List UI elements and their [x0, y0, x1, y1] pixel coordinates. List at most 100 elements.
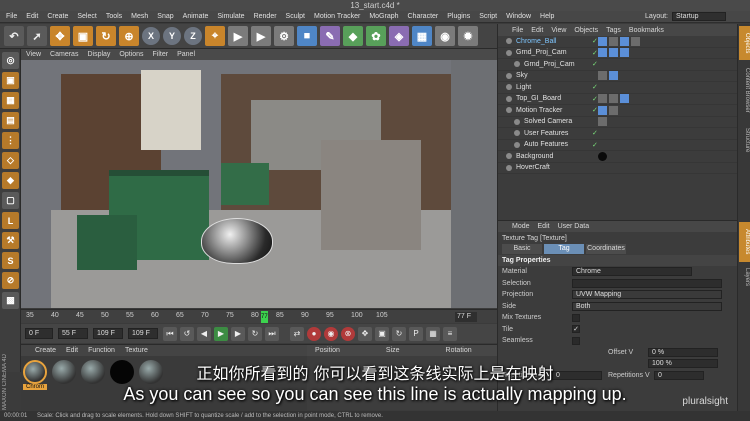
- offset-v-field[interactable]: 0 %: [648, 347, 718, 357]
- viewport-menu-view[interactable]: View: [26, 51, 41, 58]
- object-row[interactable]: Light ✓: [498, 82, 737, 94]
- cloner-icon[interactable]: ✿: [366, 26, 386, 46]
- spline-pen-icon[interactable]: ✎: [320, 26, 340, 46]
- subdivision-icon[interactable]: ◆: [343, 26, 363, 46]
- viewport-menu-panel[interactable]: Panel: [177, 51, 195, 58]
- next-frame-icon[interactable]: ▶: [231, 326, 245, 341]
- menu-help[interactable]: Help: [540, 13, 554, 20]
- render-picture-viewer-icon[interactable]: ▶: [251, 26, 271, 46]
- menu-file[interactable]: File: [6, 13, 17, 20]
- visibility-check-icon[interactable]: ✓: [592, 37, 598, 45]
- right-tab-layers[interactable]: Layers: [739, 264, 750, 290]
- viewport-menu-filter[interactable]: Filter: [153, 51, 169, 58]
- tag-icon[interactable]: [609, 94, 618, 104]
- tag-icon[interactable]: [598, 36, 607, 46]
- tag-icon[interactable]: [598, 151, 607, 161]
- tag-icon[interactable]: [609, 36, 618, 46]
- texture-mode-icon[interactable]: ▦: [2, 92, 19, 109]
- rotation-key-icon[interactable]: ↻: [392, 326, 406, 341]
- seamless-checkbox[interactable]: [572, 336, 580, 345]
- tag-icon[interactable]: [598, 105, 607, 115]
- visibility-check-icon[interactable]: ✓: [592, 106, 598, 114]
- object-row[interactable]: Motion Tracker ✓: [498, 105, 737, 117]
- model-mode-icon[interactable]: ▣: [2, 72, 19, 89]
- tag-icon[interactable]: [620, 36, 629, 46]
- tag-properties-section[interactable]: Tag Properties: [498, 255, 737, 266]
- cube-icon[interactable]: ■: [297, 26, 317, 46]
- axis-mode-icon[interactable]: L: [2, 212, 19, 229]
- object-row[interactable]: Chrome_Ball ✓: [498, 36, 737, 48]
- menu-motion-tracker[interactable]: Motion Tracker: [314, 13, 360, 20]
- 3d-viewport[interactable]: [21, 60, 497, 308]
- side-dropdown[interactable]: Both: [572, 301, 722, 311]
- menu-select[interactable]: Select: [77, 13, 96, 20]
- object-row[interactable]: Grnd_Proj_Cam ✓: [498, 59, 737, 71]
- points-mode-icon[interactable]: ⋮: [2, 132, 19, 149]
- tab-tag[interactable]: Tag: [544, 244, 584, 254]
- object-row[interactable]: Background: [498, 151, 737, 163]
- coordinate-system-icon[interactable]: ⌖: [205, 26, 225, 46]
- object-row[interactable]: Sky: [498, 71, 737, 82]
- layout-dropdown[interactable]: Startup: [672, 12, 726, 21]
- object-row[interactable]: Grnd_Proj_Cam ✓: [498, 48, 737, 59]
- attr-menu-user-data[interactable]: User Data: [558, 223, 590, 230]
- projection-dropdown[interactable]: UVW Mapping: [572, 290, 722, 300]
- previous-frame-icon[interactable]: ◀: [197, 326, 211, 341]
- keyframe-selection-icon[interactable]: ⊗: [341, 326, 355, 341]
- viewport-menu-cameras[interactable]: Cameras: [50, 51, 78, 58]
- chrome-ball[interactable]: [201, 218, 273, 264]
- go-to-start-icon[interactable]: ⏮: [163, 326, 177, 341]
- z-axis-button[interactable]: Z: [184, 27, 202, 45]
- viewport-menu-display[interactable]: Display: [87, 51, 110, 58]
- make-editable-icon[interactable]: ◎: [2, 52, 19, 69]
- go-to-end-icon[interactable]: ⏭: [265, 326, 279, 341]
- menu-mograph[interactable]: MoGraph: [369, 13, 398, 20]
- object-row[interactable]: Solved Camera: [498, 117, 737, 128]
- object-row[interactable]: HoverCraft: [498, 163, 737, 174]
- move-icon[interactable]: ✥: [50, 26, 70, 46]
- uv-mode-icon[interactable]: ▢: [2, 192, 19, 209]
- mat-menu-texture[interactable]: Texture: [125, 347, 148, 354]
- tab-basic[interactable]: Basic: [502, 244, 542, 254]
- floor-icon[interactable]: ▦: [412, 26, 432, 46]
- autokey-icon[interactable]: ◉: [324, 326, 338, 341]
- obj-menu-view[interactable]: View: [551, 27, 566, 34]
- deformer-icon[interactable]: ◈: [389, 26, 409, 46]
- tag-icon[interactable]: [631, 36, 640, 46]
- obj-menu-tags[interactable]: Tags: [606, 27, 621, 34]
- mat-menu-function[interactable]: Function: [88, 347, 115, 354]
- range-end-field[interactable]: 109 F: [93, 328, 123, 339]
- material-field[interactable]: Chrome: [572, 267, 692, 277]
- tag-icon[interactable]: [609, 48, 618, 58]
- selection-field[interactable]: [572, 278, 722, 288]
- visibility-check-icon[interactable]: ✓: [592, 129, 598, 137]
- menu-create[interactable]: Create: [47, 13, 68, 20]
- tag-icon[interactable]: [620, 94, 629, 104]
- tag-icon[interactable]: [609, 105, 618, 115]
- undo-icon[interactable]: ↶: [4, 26, 24, 46]
- obj-menu-edit[interactable]: Edit: [531, 27, 543, 34]
- mat-menu-create[interactable]: Create: [35, 347, 56, 354]
- menu-character[interactable]: Character: [408, 13, 439, 20]
- attr-menu-edit[interactable]: Edit: [538, 223, 550, 230]
- attr-menu-mode[interactable]: Mode: [512, 223, 530, 230]
- menu-render[interactable]: Render: [254, 13, 277, 20]
- tag-icon[interactable]: [598, 117, 607, 127]
- object-row[interactable]: User Features ✓: [498, 128, 737, 140]
- timeline-menu-icon[interactable]: ≡: [443, 326, 457, 341]
- tweak-mode-icon[interactable]: ⚒: [2, 232, 19, 249]
- right-tab-objects[interactable]: Objects: [739, 26, 750, 60]
- snap-icon[interactable]: S: [2, 252, 19, 269]
- rotate-icon[interactable]: ↻: [96, 26, 116, 46]
- tab-coordinates[interactable]: Coordinates: [586, 244, 626, 254]
- timeline-playhead[interactable]: 77: [261, 311, 268, 323]
- planar-workplane-icon[interactable]: ▩: [2, 292, 19, 309]
- loop-icon[interactable]: ⇄: [290, 326, 304, 341]
- mat-menu-edit[interactable]: Edit: [66, 347, 78, 354]
- menu-script[interactable]: Script: [479, 13, 497, 20]
- object-row[interactable]: Top_GI_Board ✓: [498, 94, 737, 105]
- select-arrow-icon[interactable]: ➚: [27, 26, 47, 46]
- menu-animate[interactable]: Animate: [183, 13, 209, 20]
- current-frame-field[interactable]: 77 F: [455, 312, 477, 322]
- tag-icon[interactable]: [598, 94, 607, 104]
